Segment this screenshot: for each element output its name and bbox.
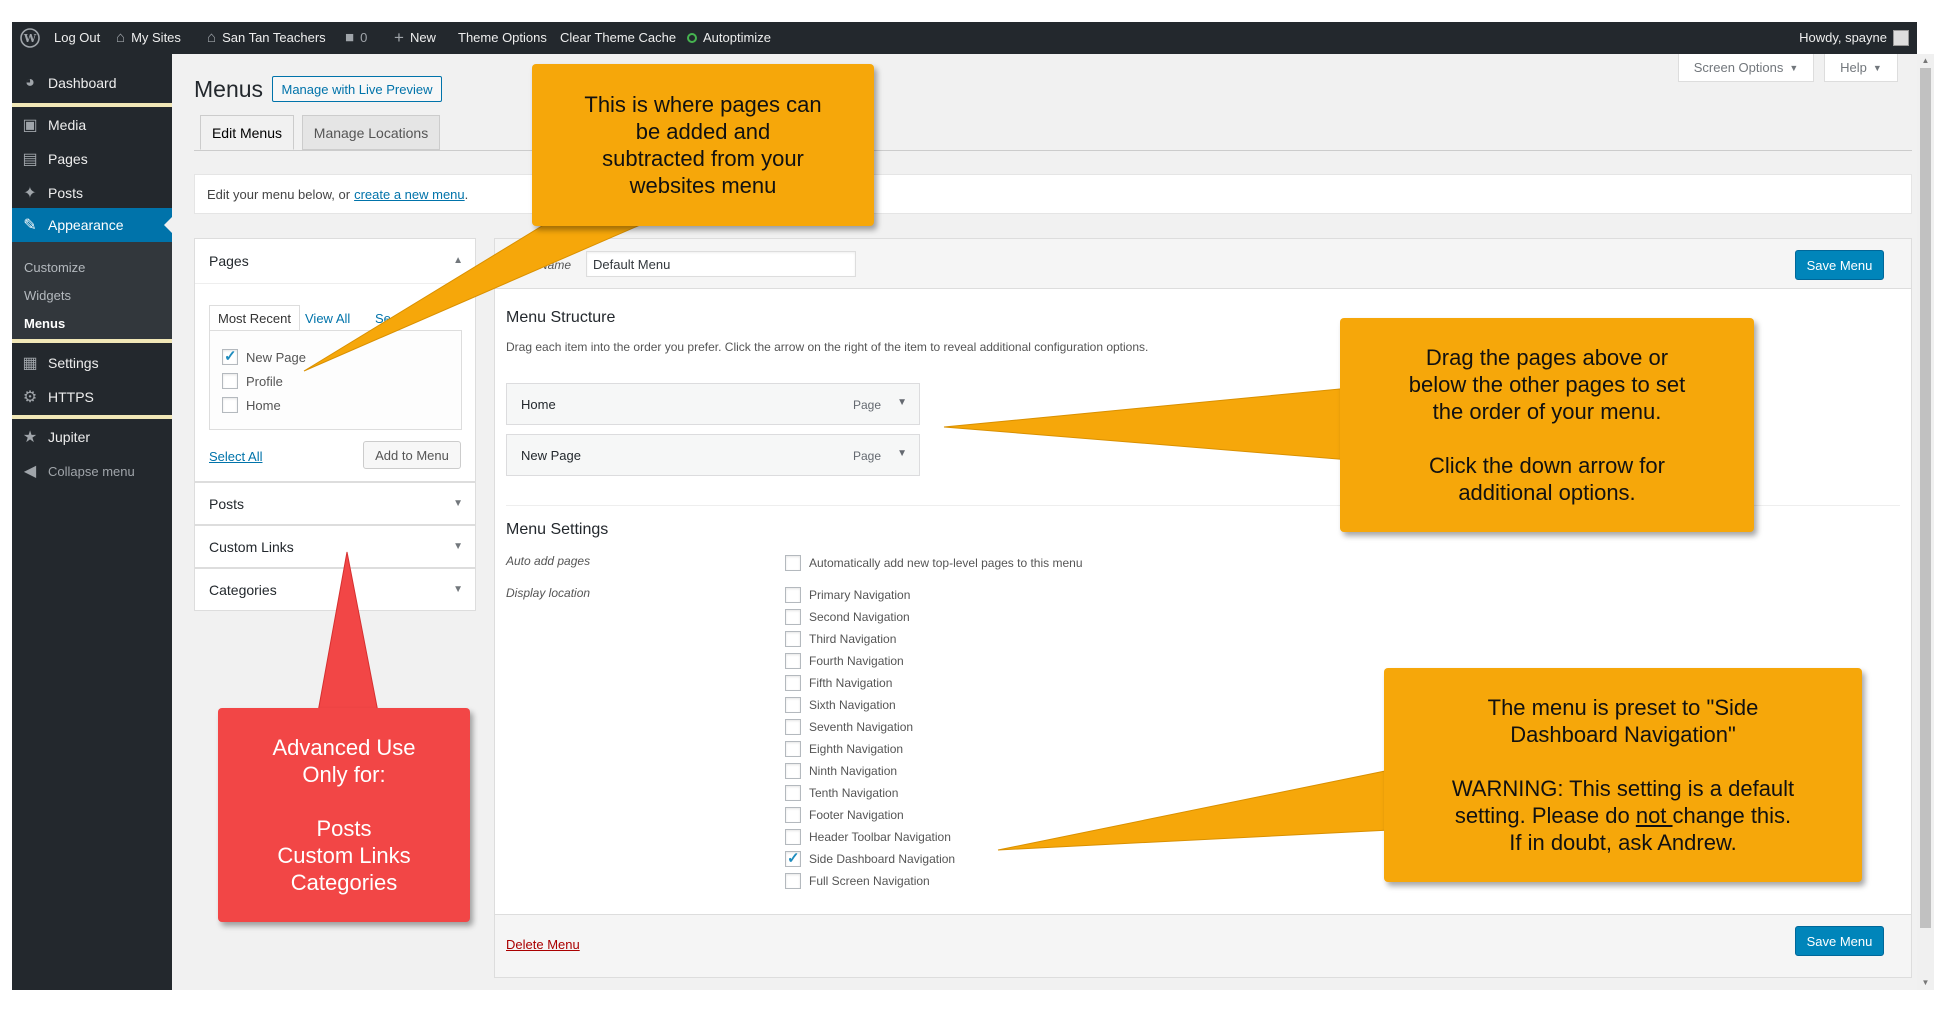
drag-callout-pointer — [943, 387, 1351, 461]
callout-top: This is where pages can be added and sub… — [532, 64, 874, 226]
callout-warning-line: Dashboard Navigation" — [1510, 722, 1736, 747]
callout-warning-text: change this. — [1672, 803, 1792, 828]
callout-drag: Drag the pages above or below the other … — [1340, 318, 1754, 532]
callout-drag-line: Click the down arrow for — [1429, 453, 1665, 478]
callout-top-line: subtracted from your — [602, 146, 804, 171]
callout-advanced: Advanced Use Only for: Posts Custom Link… — [218, 708, 470, 922]
callout-drag-line: Drag the pages above or — [1425, 345, 1669, 370]
callout-drag-line: below the other pages to set — [1408, 372, 1686, 397]
callout-warning-line: The menu is preset to "Side — [1487, 695, 1759, 720]
callout-warning-emphasis: not — [1635, 803, 1673, 828]
callout-top-line: websites menu — [629, 173, 777, 198]
callout-warning-line: WARNING: This setting is a default — [1451, 776, 1795, 801]
callout-advanced-line: Advanced Use — [272, 735, 416, 760]
top-callout-pointer — [303, 214, 642, 372]
callout-drag-line: the order of your menu. — [1432, 399, 1662, 424]
callout-warning-line: If in doubt, ask Andrew. — [1509, 830, 1737, 855]
callout-advanced-line: Posts — [316, 816, 372, 841]
callout-warning: The menu is preset to "Side Dashboard Na… — [1384, 668, 1862, 882]
callout-warning-line: setting. Please do not change this. — [1455, 802, 1791, 829]
callout-advanced-line: Custom Links — [277, 843, 411, 868]
advanced-callout-pointer — [317, 551, 379, 713]
callout-advanced-line: Categories — [290, 870, 398, 895]
warning-callout-pointer — [997, 769, 1391, 851]
callout-advanced-line: Only for: — [302, 762, 386, 787]
callout-top-line: be added and — [635, 119, 771, 144]
callout-drag-line: additional options. — [1458, 480, 1636, 505]
callout-top-line: This is where pages can — [584, 92, 822, 117]
callout-warning-text: setting. Please do — [1454, 803, 1636, 828]
screenshot-stage: W Log Out ⌂ My Sites ⌂ San Tan Teachers … — [0, 0, 1934, 1016]
